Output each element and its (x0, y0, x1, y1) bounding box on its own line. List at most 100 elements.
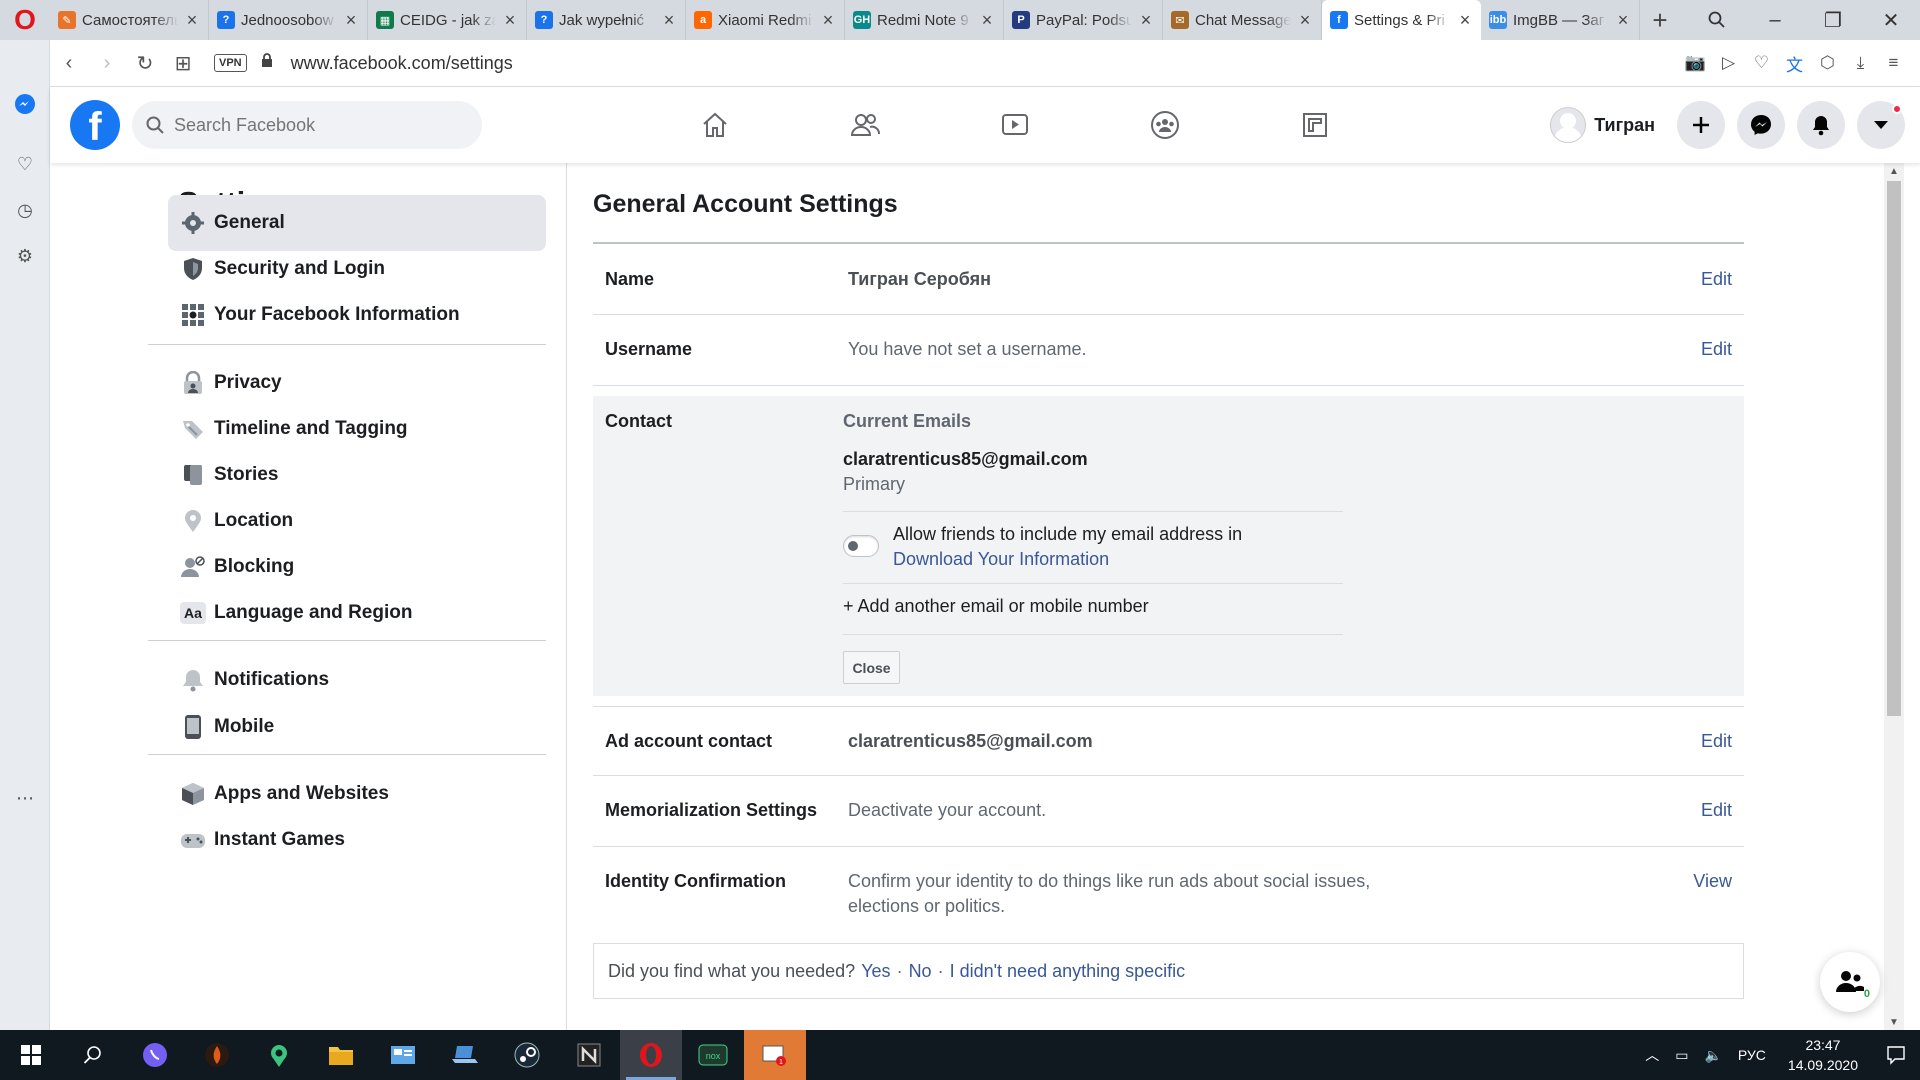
edit-memorialization-link[interactable]: Edit (1701, 800, 1732, 821)
add-email-link[interactable]: + Add another email or mobile number (843, 596, 1149, 617)
feedback-yes-link[interactable]: Yes (861, 961, 890, 982)
minimize-button[interactable]: – (1746, 0, 1804, 40)
groups-nav-icon[interactable] (1090, 87, 1240, 163)
more-icon[interactable]: ⋯ (13, 786, 37, 810)
heart-icon[interactable]: ♡ (13, 152, 37, 176)
gaming-nav-icon[interactable] (1240, 87, 1390, 163)
easy-setup-icon[interactable]: ≡ (1877, 40, 1910, 87)
edit-ad-contact-link[interactable]: Edit (1701, 731, 1732, 752)
setting-row-memorialization[interactable]: Memorialization Settings Deactivate your… (593, 776, 1744, 847)
scroll-thumb[interactable] (1887, 181, 1901, 716)
game-app-icon[interactable] (186, 1030, 248, 1080)
search-icon[interactable] (62, 1030, 124, 1080)
tab-close-icon[interactable]: × (1615, 10, 1631, 31)
tab-close-icon[interactable]: × (1457, 10, 1473, 31)
tab-close-icon[interactable]: × (820, 10, 836, 31)
messenger-icon[interactable] (13, 92, 37, 116)
scroll-up-arrow-icon[interactable]: ▲ (1884, 163, 1904, 179)
reload-button[interactable]: ↻ (126, 40, 164, 87)
setting-row-ad-account-contact[interactable]: Ad account contact claratrenticus85@gmai… (593, 706, 1744, 776)
tab-close-icon[interactable]: × (1297, 10, 1313, 31)
download-icon[interactable]: ⤓ (1844, 40, 1877, 87)
friends-nav-icon[interactable] (790, 87, 940, 163)
search-input[interactable] (174, 114, 434, 136)
browser-tab[interactable]: ? Jednoosobow × (209, 0, 368, 40)
browser-tab[interactable]: ✎ Самостоятель × (50, 0, 209, 40)
tab-close-icon[interactable]: × (343, 10, 359, 31)
history-icon[interactable]: ◷ (13, 198, 37, 222)
contacts-chat-button[interactable]: 0 (1820, 952, 1880, 1012)
forward-button[interactable]: › (88, 40, 126, 87)
volume-icon[interactable]: 🔈 (1696, 1047, 1729, 1064)
clock[interactable]: 23:47 14.09.2020 (1774, 1035, 1872, 1075)
opera-taskbar-icon[interactable] (620, 1030, 682, 1080)
close-window-button[interactable]: ✕ (1862, 0, 1920, 40)
screenshot-app-icon[interactable]: 1 (744, 1030, 806, 1080)
new-tab-button[interactable]: + (1640, 0, 1680, 40)
sidebar-item-mobile[interactable]: Mobile (168, 699, 546, 755)
settings-gear-icon[interactable]: ⚙ (13, 244, 37, 268)
edit-name-link[interactable]: Edit (1701, 269, 1732, 290)
tab-close-icon[interactable]: × (1138, 10, 1154, 31)
create-button[interactable] (1677, 101, 1725, 149)
browser-tab[interactable]: ibb ImgBB — Заг × (1481, 0, 1640, 40)
tab-close-icon[interactable]: × (502, 10, 518, 31)
page-scrollbar[interactable]: ▲ ▼ (1884, 163, 1904, 1030)
url-text[interactable]: www.facebook.com/settings (291, 53, 513, 74)
lock-icon[interactable] (261, 53, 273, 73)
setting-row-username[interactable]: Username You have not set a username. Ed… (593, 315, 1744, 386)
extensions-icon[interactable]: ⬡ (1811, 40, 1844, 87)
opera-menu-icon[interactable]: O (0, 0, 50, 40)
browser-tab[interactable]: GH Redmi Note 9 × (845, 0, 1004, 40)
tab-close-icon[interactable]: × (184, 10, 200, 31)
translate-icon[interactable]: 文 (1778, 40, 1811, 87)
restore-button[interactable]: ❐ (1804, 0, 1862, 40)
browser-tab[interactable]: ✉ Chat Message × (1163, 0, 1322, 40)
search-tabs-icon[interactable] (1688, 0, 1746, 40)
n-app-icon[interactable] (558, 1030, 620, 1080)
facebook-logo-icon[interactable]: f (70, 100, 120, 150)
download-your-information-link[interactable]: Download Your Information (893, 549, 1109, 570)
messenger-button[interactable] (1737, 101, 1785, 149)
control-panel-icon[interactable] (372, 1030, 434, 1080)
watch-nav-icon[interactable] (940, 87, 1090, 163)
home-nav-icon[interactable] (640, 87, 790, 163)
setting-row-identity-confirmation[interactable]: Identity Confirmation Confirm your ident… (593, 847, 1744, 933)
steam-icon[interactable] (496, 1030, 558, 1080)
sidebar-item-your-facebook-information[interactable]: Your Facebook Information (168, 287, 546, 343)
action-center-icon[interactable] (1872, 1030, 1920, 1080)
setting-row-name[interactable]: Name Тигран Серобян Edit (593, 245, 1744, 315)
camera-icon[interactable]: 📷 (1679, 40, 1712, 87)
sidebar-item-instant-games[interactable]: Instant Games (168, 812, 546, 868)
sidebar-item-language-and-region[interactable]: Aa Language and Region (168, 585, 546, 641)
tab-close-icon[interactable]: × (979, 10, 995, 31)
scroll-down-arrow-icon[interactable]: ▼ (1884, 1014, 1904, 1030)
vpn-badge[interactable]: VPN (214, 54, 247, 72)
browser-tab[interactable]: f Settings & Pri × (1322, 0, 1481, 40)
browser-tab[interactable]: a Xiaomi Redmi × (686, 0, 845, 40)
heart-bookmark-icon[interactable]: ♡ (1745, 40, 1778, 87)
browser-tab[interactable]: P PayPal: Podsu × (1004, 0, 1163, 40)
maps-app-icon[interactable] (248, 1030, 310, 1080)
view-identity-link[interactable]: View (1693, 871, 1732, 892)
allow-email-toggle[interactable] (843, 535, 879, 557)
account-menu-button[interactable] (1857, 101, 1905, 149)
edit-username-link[interactable]: Edit (1701, 339, 1732, 360)
browser-tab[interactable]: ? Jak wypełnić × (527, 0, 686, 40)
file-explorer-icon[interactable] (310, 1030, 372, 1080)
input-language[interactable]: РУС (1730, 1047, 1774, 1063)
feedback-no-link[interactable]: No (909, 961, 932, 982)
tab-close-icon[interactable]: × (661, 10, 677, 31)
profile-button[interactable]: Тигран (1546, 103, 1665, 147)
nox-player-icon[interactable]: nox (682, 1030, 744, 1080)
search-box[interactable] (132, 101, 482, 149)
feedback-none-link[interactable]: I didn't need anything specific (950, 961, 1186, 982)
battery-icon[interactable]: ▭ (1667, 1047, 1696, 1064)
windows-start-icon[interactable] (0, 1030, 62, 1080)
back-button[interactable]: ‹ (50, 40, 88, 87)
tab-grid-icon[interactable]: ⊞ (164, 40, 202, 87)
send-icon[interactable]: ▷ (1712, 40, 1745, 87)
tray-expand-icon[interactable]: ︿ (1637, 1045, 1667, 1065)
viber-icon[interactable] (124, 1030, 186, 1080)
browser-tab[interactable]: ▦ CEIDG - jak za × (368, 0, 527, 40)
